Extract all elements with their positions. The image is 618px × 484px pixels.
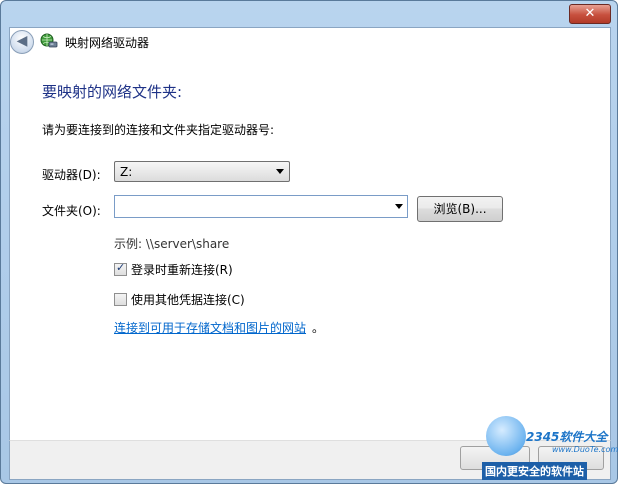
folder-label: 文件夹(O): (42, 204, 101, 218)
back-arrow-icon: ◀ (16, 33, 28, 49)
document-storage-link[interactable]: 连接到可用于存储文档和图片的网站 (114, 319, 306, 336)
drive-letter-value: Z: (120, 165, 133, 179)
reconnect-label[interactable]: 登录时重新连接(R) (131, 261, 233, 278)
watermark-url: www.DuoTe.com (552, 445, 618, 454)
title-bar: ✕ (1, 1, 617, 27)
close-icon: ✕ (584, 6, 596, 21)
back-button[interactable]: ◀ (10, 30, 34, 54)
drive-letter-select[interactable]: Z: (114, 161, 290, 182)
link-suffix: 。 (312, 321, 325, 335)
chevron-down-icon (276, 169, 284, 174)
watermark: 2345软件大全 www.DuoTe.com 国内更安全的软件站 (476, 412, 618, 484)
browse-button[interactable]: 浏览(B)... (417, 196, 503, 222)
window-title: 映射网络驱动器 (65, 36, 150, 50)
drive-label: 驱动器(D): (42, 168, 101, 182)
network-drive-icon (40, 33, 58, 48)
dialog-content: ◀ 映射网络驱动器 要映射的网络文件夹: 请为要连接到的连接和文件夹指定驱动器号… (9, 27, 611, 440)
reconnect-checkbox[interactable]: ✓ (114, 261, 127, 276)
chevron-down-icon[interactable] (395, 204, 403, 209)
watermark-slogan: 国内更安全的软件站 (482, 462, 587, 480)
folder-combobox[interactable] (114, 195, 408, 218)
example-text: 示例: \\server\share (114, 237, 230, 251)
mascot-icon (486, 416, 526, 456)
other-credentials-label[interactable]: 使用其他凭据连接(C) (131, 291, 245, 308)
checkmark-icon: ✓ (116, 261, 126, 274)
other-credentials-checkbox[interactable] (114, 293, 127, 306)
close-button[interactable]: ✕ (569, 4, 611, 24)
instruction-text: 请为要连接到的连接和文件夹指定驱动器号: (42, 123, 275, 137)
page-heading: 要映射的网络文件夹: (42, 83, 183, 101)
watermark-brand: 2345软件大全 (526, 430, 608, 444)
